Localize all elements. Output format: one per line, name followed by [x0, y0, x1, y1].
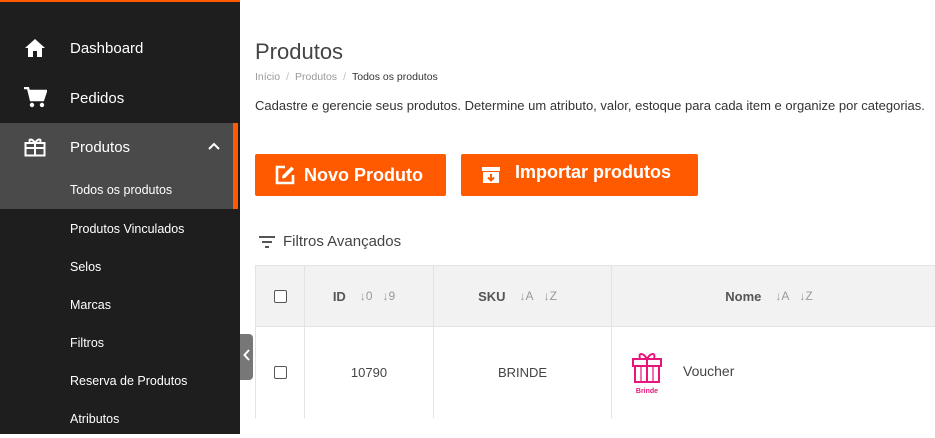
sidebar-subitem-marcas[interactable]: Marcas — [0, 286, 238, 324]
sidebar-item-label: Pedidos — [70, 89, 125, 107]
sidebar-subitem-label: Selos — [70, 260, 102, 274]
product-sku: BRINDE — [497, 365, 548, 380]
sort-asc-button[interactable]: ↓A — [520, 289, 534, 303]
select-all-cell — [256, 266, 305, 326]
column-header-label: Nome — [725, 288, 762, 304]
breadcrumb: Início / Produtos / Todos os produtos — [255, 71, 438, 83]
sidebar-item-produtos[interactable]: Produtos — [0, 123, 238, 171]
novo-produto-label: Novo Produto — [304, 164, 423, 185]
sidebar: Dashboard Pedidos Produtos Todos os prod… — [0, 0, 240, 434]
svg-text:Brinde: Brinde — [636, 388, 658, 395]
sidebar-subitem-filtros[interactable]: Filtros — [0, 324, 238, 362]
sidebar-item-label: Dashboard — [70, 39, 144, 57]
sidebar-subitem-label: Marcas — [70, 298, 111, 312]
filter-icon — [258, 235, 276, 249]
sidebar-subitem-label: Reserva de Produtos — [70, 374, 188, 388]
table-header: ID ↓0 ↓9 SKU ↓A ↓Z Nome ↓A ↓Z — [256, 266, 935, 327]
sort-desc-button[interactable]: ↓Z — [799, 289, 812, 303]
table-row[interactable]: 10790 BRINDE Brinde Voucher — [256, 327, 935, 418]
sort-asc-button[interactable]: ↓0 — [360, 289, 373, 303]
page-title: Produtos — [255, 39, 344, 64]
importar-produtos-label: Importar produtos — [515, 162, 671, 182]
sort-controls: ↓A ↓Z — [520, 289, 567, 303]
importar-produtos-button[interactable]: Importar produtos — [461, 154, 698, 196]
cell-sku: BRINDE — [434, 327, 612, 418]
main-content: Produtos Início / Produtos / Todos os produt… — [240, 0, 935, 434]
product-thumbnail[interactable]: Brinde — [630, 349, 664, 397]
sort-desc-button[interactable]: ↓Z — [544, 289, 557, 303]
sort-desc-button[interactable]: ↓9 — [383, 289, 396, 303]
row-select-cell — [256, 327, 305, 418]
product-id: 10790 — [350, 365, 388, 380]
breadcrumb-inicio[interactable]: Início — [255, 71, 280, 83]
gift-box-icon — [23, 135, 47, 159]
sidebar-subitem-reserva-de-produtos[interactable]: Reserva de Produtos — [0, 362, 238, 400]
sort-controls: ↓A ↓Z — [775, 289, 822, 303]
novo-produto-button[interactable]: Novo Produto — [255, 154, 446, 196]
breadcrumb-current: Todos os produtos — [351, 71, 438, 83]
sidebar-subitem-todos-os-produtos[interactable]: Todos os produtos — [0, 171, 238, 209]
home-icon — [23, 36, 47, 60]
products-table: ID ↓0 ↓9 SKU ↓A ↓Z Nome ↓A ↓Z 10790 BRIN… — [255, 265, 935, 418]
select-all-checkbox[interactable] — [273, 289, 287, 303]
filtros-avancados-toggle[interactable]: Filtros Avançados — [258, 233, 401, 250]
cell-nome: Brinde Voucher — [612, 327, 935, 418]
edit-icon — [274, 164, 296, 186]
cart-icon — [23, 86, 47, 110]
column-header-label: ID — [332, 288, 346, 304]
sidebar-item-label: Produtos — [70, 138, 131, 156]
sidebar-subitem-atributos[interactable]: Atributos — [0, 400, 238, 438]
sidebar-item-pedidos[interactable]: Pedidos — [0, 73, 240, 123]
sort-controls: ↓0 ↓9 — [360, 289, 405, 303]
sidebar-subitem-label: Filtros — [70, 336, 105, 350]
page-description: Cadastre e gerencie seus produtos. Deter… — [255, 98, 925, 113]
filtros-avancados-label: Filtros Avançados — [283, 233, 402, 250]
column-header-id[interactable]: ID ↓0 ↓9 — [305, 266, 434, 326]
sidebar-subitem-label: Atributos — [70, 412, 120, 426]
row-checkbox[interactable] — [273, 366, 287, 379]
sidebar-item-dashboard[interactable]: Dashboard — [0, 23, 240, 73]
breadcrumb-produtos[interactable]: Produtos — [295, 71, 337, 83]
column-header-sku[interactable]: SKU ↓A ↓Z — [434, 266, 612, 326]
sidebar-subitem-label: Produtos Vinculados — [70, 222, 185, 236]
sidebar-subitem-label: Todos os produtos — [70, 183, 173, 197]
import-box-icon — [480, 164, 502, 186]
chevron-up-icon[interactable] — [206, 138, 222, 154]
column-header-nome[interactable]: Nome ↓A ↓Z — [612, 266, 935, 326]
sidebar-subitem-selos[interactable]: Selos — [0, 248, 238, 286]
cell-id: 10790 — [305, 327, 434, 418]
sidebar-subitem-produtos-vinculados[interactable]: Produtos Vinculados — [0, 210, 238, 248]
sort-asc-button[interactable]: ↓A — [775, 289, 789, 303]
column-header-label: SKU — [478, 288, 506, 304]
product-name[interactable]: Voucher — [683, 363, 734, 379]
